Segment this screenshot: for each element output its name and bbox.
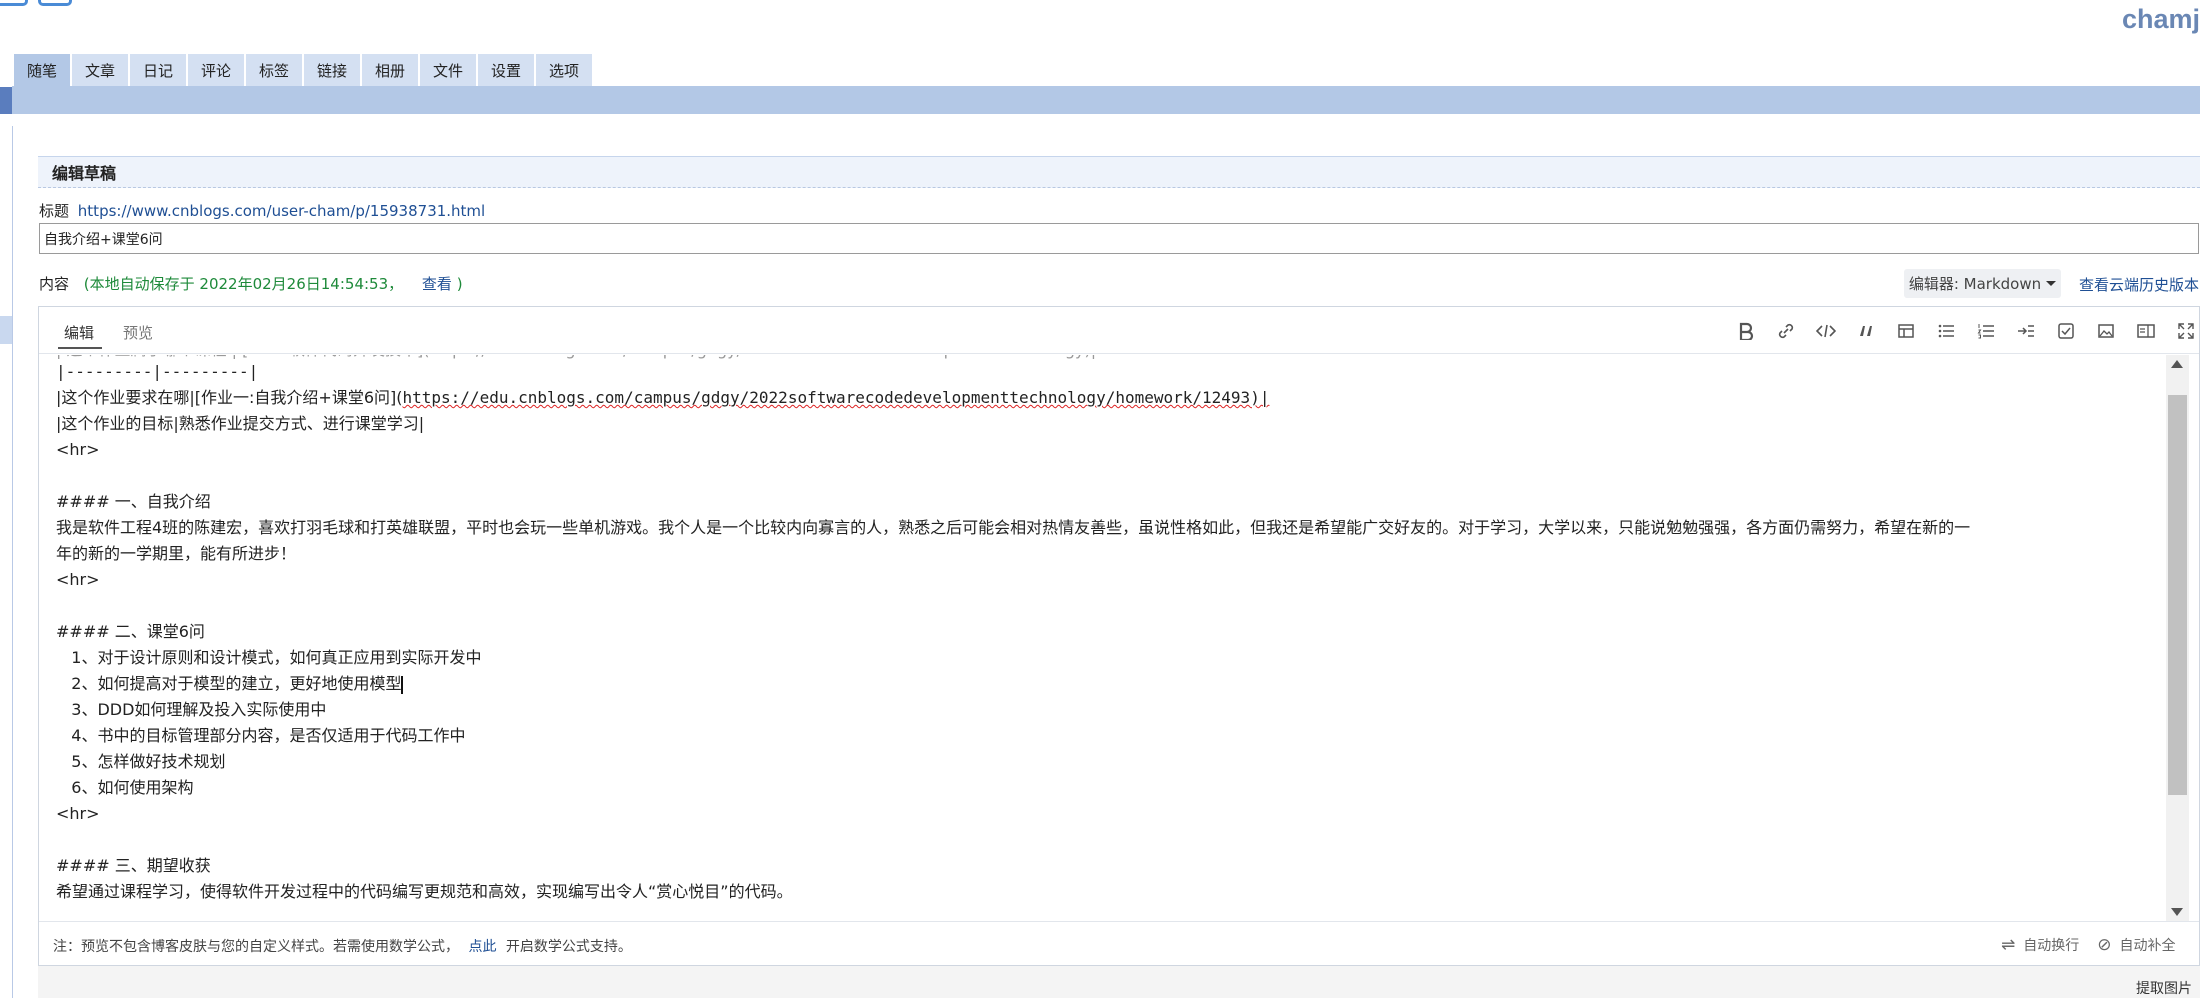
- auto-complete-icon[interactable]: ⊘: [2097, 935, 2111, 955]
- top-left-button-2[interactable]: [38, 0, 72, 6]
- code-line: #### 三、期望收获: [56, 856, 211, 875]
- section-title: 编辑草稿: [38, 156, 2200, 188]
- left-divider: [12, 126, 13, 998]
- math-note-suffix: 开启数学公式支持。: [505, 939, 632, 955]
- left-marker-secondary: [0, 316, 12, 344]
- homework-url: https://edu.cnblogs.com/campus/gdgy/2022…: [402, 388, 1270, 407]
- content-label: 内容: [39, 275, 70, 293]
- code-line: 1、对于设计原则和设计模式，如何真正应用到实际开发中: [56, 648, 482, 667]
- top-left-button-1[interactable]: [0, 0, 28, 6]
- code-line: |---------|---------|: [56, 362, 259, 381]
- tab-albums[interactable]: 相册: [362, 54, 418, 87]
- content-label-row: 内容 (本地自动保存于 2022年02月26日14:54:53， 查看 ): [39, 273, 2200, 295]
- editor-tabs: 编辑 预览: [39, 307, 2199, 354]
- code-line: 年的新的一学期里，能有所进步！: [56, 544, 297, 563]
- chevron-down-icon: [2046, 281, 2057, 286]
- code-line: 希望通过课程学习，使得软件开发过程中的代码编写更规范和高效，实现编写出令人“赏心…: [56, 882, 793, 901]
- extract-images-button[interactable]: 提取图片: [2136, 978, 2192, 998]
- tab-bar: [12, 86, 2200, 114]
- tab-tags[interactable]: 标签: [246, 54, 302, 87]
- fullscreen-icon[interactable]: [2174, 319, 2198, 343]
- cloud-history-link[interactable]: 查看云端历史版本: [2079, 274, 2199, 295]
- enable-math-link[interactable]: 点此: [468, 939, 496, 955]
- split-view-icon[interactable]: [2134, 319, 2158, 343]
- bottom-actions: 提取图片: [38, 966, 2200, 998]
- code-line: 5、怎样做好技术规划: [56, 752, 226, 771]
- link-icon[interactable]: [1774, 319, 1798, 343]
- code-line: <hr>: [56, 804, 100, 823]
- tab-links[interactable]: 链接: [304, 54, 360, 87]
- tab-posts[interactable]: 随笔: [14, 54, 70, 87]
- tab-articles[interactable]: 文章: [72, 54, 128, 87]
- username[interactable]: chamj: [2122, 4, 2200, 35]
- tab-edit[interactable]: 编辑: [64, 322, 94, 343]
- code-line: 我是软件工程4班的陈建宏，喜欢打羽毛球和打英雄联盟，平时也会玩一些单机游戏。我个…: [56, 518, 1971, 537]
- code-line-with-cursor: 2、如何提高对于模型的建立，更好地使用模型: [56, 671, 404, 697]
- table-icon[interactable]: [1894, 319, 1918, 343]
- markdown-textarea[interactable]: | 这个作业属于哪个课程 | [2022软件代码开发技术](https://ed…: [39, 355, 2168, 921]
- tab-options[interactable]: 选项: [536, 54, 592, 87]
- tab-comments[interactable]: 评论: [188, 54, 244, 87]
- code-line: |这个作业的目标|熟悉作业提交方式、进行课堂学习|: [56, 414, 425, 433]
- post-url-link[interactable]: https://www.cnblogs.com/user-cham/p/1593…: [78, 202, 485, 220]
- auto-wrap-toggle[interactable]: 自动换行: [2023, 935, 2079, 955]
- left-marker: [0, 87, 12, 114]
- autosave-status: (本地自动保存于 2022年02月26日14:54:53，: [83, 275, 404, 293]
- editor-toolbar: [1734, 319, 2198, 343]
- title-label: 标题: [39, 202, 70, 220]
- editor-type-select[interactable]: 编辑器: Markdown: [1904, 269, 2061, 298]
- tab-files[interactable]: 文件: [420, 54, 476, 87]
- code-line-text: 2、如何提高对于模型的建立，更好地使用模型: [56, 674, 402, 693]
- code-line-text: |这个作业要求在哪|[作业一:自我介绍+课堂6问](: [56, 388, 403, 407]
- editor-options: ⇌ 自动换行 ⊘ 自动补全: [2001, 935, 2176, 955]
- editor-type-value: 编辑器: Markdown: [1908, 275, 2042, 293]
- quote-icon[interactable]: [1854, 319, 1878, 343]
- scroll-thumb[interactable]: [2168, 395, 2187, 795]
- scroll-down-icon[interactable]: [2171, 908, 2183, 916]
- autosave-close-paren: ): [456, 275, 463, 293]
- scroll-up-icon[interactable]: [2171, 360, 2183, 368]
- title-input[interactable]: [39, 223, 2199, 254]
- code-line: 6、如何使用架构: [56, 778, 194, 797]
- bullet-list-icon[interactable]: [1934, 319, 1958, 343]
- code-line: 3、DDD如何理解及投入实际使用中: [56, 700, 327, 719]
- main-tabs: 随笔 文章 日记 评论 标签 链接 相册 文件 设置 选项: [14, 54, 592, 87]
- top-left-controls: [0, 0, 72, 6]
- code-line: #### 一、自我介绍: [56, 492, 211, 511]
- editor-footer: 注：预览不包含博客皮肤与您的自定义样式。若需使用数学公式， 点此 开启数学公式支…: [39, 921, 2199, 967]
- markdown-editor: 编辑 预览 | 这个作业属于哪个课程 | [2022软件代码开发技术](http…: [38, 306, 2200, 966]
- auto-complete-toggle[interactable]: 自动补全: [2120, 935, 2176, 955]
- tab-diary[interactable]: 日记: [130, 54, 186, 87]
- indent-icon[interactable]: [2014, 319, 2038, 343]
- title-label-row: 标题 https://www.cnblogs.com/user-cham/p/1…: [39, 200, 485, 221]
- code-line: 4、书中的目标管理部分内容，是否仅适用于代码工作中: [56, 726, 466, 745]
- code-line-homework-link: |这个作业要求在哪|[作业一:自我介绍+课堂6问](https://edu.cn…: [56, 385, 1269, 411]
- checkbox-icon[interactable]: [2054, 319, 2078, 343]
- editor-scrollbar[interactable]: [2166, 355, 2189, 921]
- code-line: <hr>: [56, 570, 100, 589]
- image-icon[interactable]: [2094, 319, 2118, 343]
- tab-preview[interactable]: 预览: [123, 322, 153, 343]
- code-line: <hr>: [56, 440, 100, 459]
- numbered-list-icon[interactable]: [1974, 319, 1998, 343]
- math-note: 注：预览不包含博客皮肤与您的自定义样式。若需使用数学公式， 点此 开启数学公式支…: [53, 936, 632, 956]
- code-icon[interactable]: [1814, 319, 1838, 343]
- code-line: #### 二、课堂6问: [56, 622, 205, 641]
- active-tab-indicator: [58, 347, 102, 349]
- bold-icon[interactable]: [1734, 319, 1758, 343]
- word-wrap-icon[interactable]: ⇌: [2001, 935, 2015, 955]
- math-note-prefix: 注：预览不包含博客皮肤与您的自定义样式。若需使用数学公式，: [53, 939, 459, 955]
- tab-settings[interactable]: 设置: [478, 54, 534, 87]
- text-cursor: [401, 675, 404, 694]
- autosave-view-link[interactable]: 查看: [422, 275, 452, 293]
